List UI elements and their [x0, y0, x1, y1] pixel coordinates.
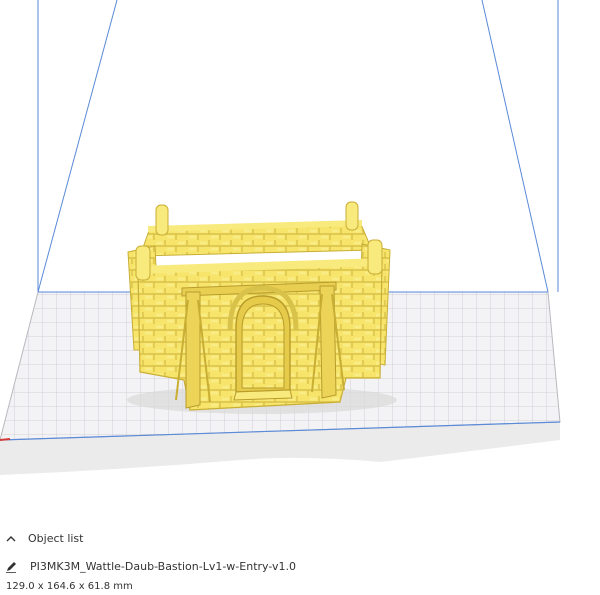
- build-plate-scene[interactable]: [0, 0, 600, 595]
- object-list-toggle[interactable]: Object list: [4, 531, 83, 545]
- object-list-label: Object list: [28, 531, 84, 545]
- object-name-row: PI3MK3M_Wattle-Daub-Bastion-Lv1-w-Entry-…: [4, 556, 296, 576]
- pencil-icon[interactable]: [4, 559, 18, 573]
- object-list-panel: Object list PI3MK3M_Wattle-Daub-Bastion-…: [0, 522, 600, 595]
- build-volume-edge-left: [37, 0, 118, 293]
- object-list-header: Object list: [4, 528, 83, 548]
- object-dimensions: 129.0 x 164.6 x 61.8 mm: [6, 580, 133, 592]
- origin-x-axis: [0, 438, 11, 441]
- 3d-viewport[interactable]: Object list PI3MK3M_Wattle-Daub-Bastion-…: [0, 0, 600, 595]
- build-volume-edge-right: [481, 0, 549, 293]
- object-dimensions-row: 129.0 x 164.6 x 61.8 mm: [6, 578, 133, 594]
- object-name-field[interactable]: PI3MK3M_Wattle-Daub-Bastion-Lv1-w-Entry-…: [30, 560, 296, 573]
- chevron-up-icon: [4, 531, 18, 545]
